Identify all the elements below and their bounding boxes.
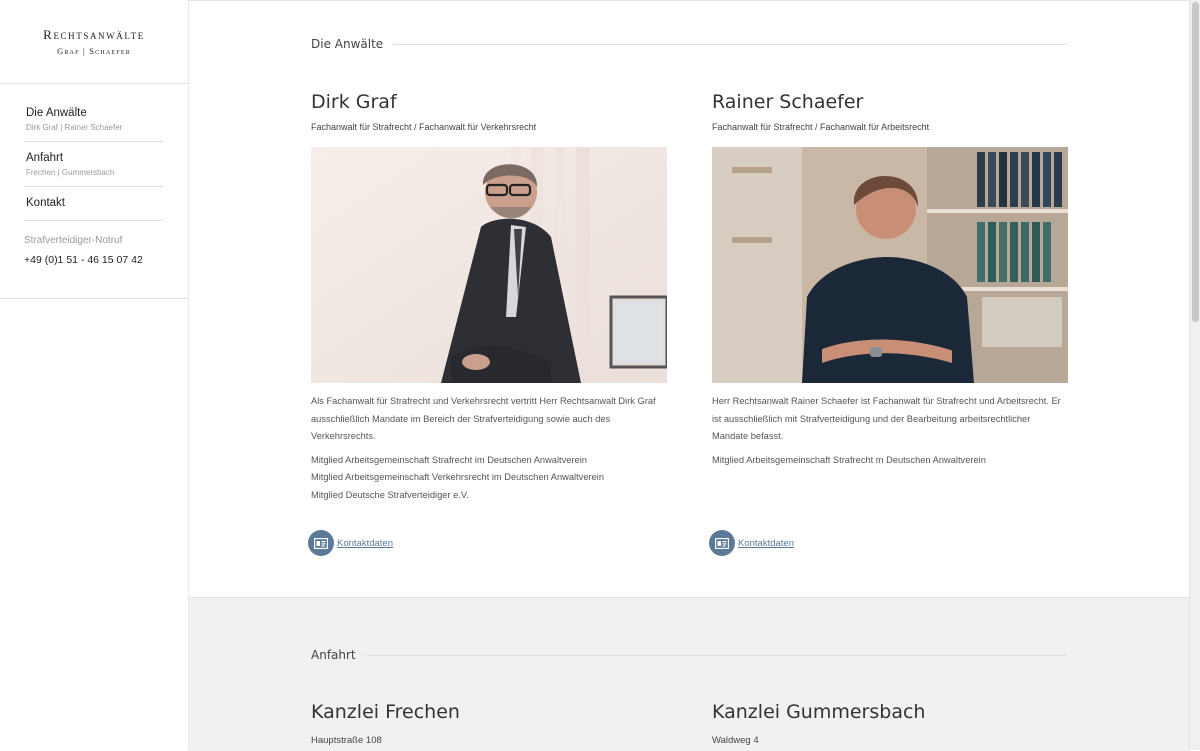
contact-link-graf[interactable]: Kontaktdaten	[308, 530, 393, 556]
nav-item-title: Kontakt	[26, 197, 65, 209]
logo-line-2: Graf | Schaefer	[57, 46, 131, 56]
membership-item: Mitglied Arbeitsgemeinschaft Strafrecht …	[712, 454, 986, 465]
contact-link-label: Kontaktdaten	[337, 537, 393, 549]
lawyer-photo	[311, 147, 667, 383]
office-frechen: Kanzlei Frechen Hauptstraße 108	[311, 701, 460, 746]
lawyer-name: Dirk Graf	[311, 91, 397, 113]
sidebar: Rechtsanwälte Graf | Schaefer Die Anwält…	[0, 0, 189, 750]
contact-card-icon	[709, 530, 735, 556]
office-gummersbach: Kanzlei Gummersbach Waldweg 4	[712, 701, 925, 746]
nav-item-title: Die Anwälte	[26, 107, 87, 119]
membership-item: Mitglied Deutsche Strafverteidiger e.V.	[311, 489, 469, 500]
membership-list: Mitglied Arbeitsgemeinschaft Strafrecht …	[311, 452, 667, 505]
sidebar-nav: Die Anwälte Dirk Graf | Rainer Schaefer …	[0, 84, 188, 221]
contact-link-schaefer[interactable]: Kontaktdaten	[709, 530, 794, 556]
lawyer-card-graf: Dirk Graf Fachanwalt für Strafrecht / Fa…	[311, 91, 667, 509]
main-content: Die Anwälte Dirk Graf Fachanwalt für Str…	[189, 0, 1190, 751]
nav-item-anwaelte[interactable]: Die Anwälte Dirk Graf | Rainer Schaefer	[24, 84, 163, 142]
heading-rule	[393, 43, 1067, 45]
lawyer-photo	[712, 147, 1068, 383]
lawyer-photo-graf	[311, 147, 667, 383]
lawyer-name: Rainer Schaefer	[712, 91, 864, 113]
hotline-phone[interactable]: +49 (0)1 51 - 46 15 07 42	[24, 254, 188, 266]
section-directions: Anfahrt Kanzlei Frechen Hauptstraße 108 …	[189, 597, 1190, 751]
contact-card-icon	[308, 530, 334, 556]
section-lawyers: Die Anwälte Dirk Graf Fachanwalt für Str…	[189, 0, 1190, 598]
nav-item-subtitle: Frechen | Gummersbach	[26, 168, 115, 177]
nav-item-title: Anfahrt	[26, 152, 64, 164]
nav-item-kontakt[interactable]: Kontakt	[24, 187, 163, 221]
section-heading: Anfahrt	[311, 648, 1067, 662]
scrollbar-thumb[interactable]	[1192, 2, 1199, 322]
office-name: Kanzlei Frechen	[311, 701, 460, 723]
nav-item-anfahrt[interactable]: Anfahrt Frechen | Gummersbach	[24, 142, 163, 187]
contact-link-label: Kontaktdaten	[738, 537, 794, 549]
lawyer-bio: Als Fachanwalt für Strafrecht und Verkeh…	[311, 393, 667, 504]
vertical-scrollbar[interactable]	[1189, 0, 1200, 750]
membership-item: Mitglied Arbeitsgemeinschaft Verkehrsrec…	[311, 472, 604, 482]
logo[interactable]: Rechtsanwälte Graf | Schaefer	[0, 0, 188, 84]
lawyer-specialty: Fachanwalt für Strafrecht / Fachanwalt f…	[311, 122, 537, 132]
logo-line-1: Rechtsanwälte	[43, 27, 145, 42]
sidebar-divider	[0, 298, 188, 299]
emergency-hotline: Strafverteidiger-Notruf +49 (0)1 51 - 46…	[0, 221, 188, 266]
lawyer-photo-schaefer	[712, 147, 1068, 383]
section-heading: Die Anwälte	[311, 37, 1067, 51]
office-street: Hauptstraße 108	[311, 735, 382, 746]
office-street: Waldweg 4	[712, 735, 759, 746]
section-heading-text: Anfahrt	[311, 648, 356, 662]
office-name: Kanzlei Gummersbach	[712, 701, 926, 723]
lawyer-card-schaefer: Rainer Schaefer Fachanwalt für Strafrech…	[712, 91, 1068, 474]
lawyer-bio: Herr Rechtsanwalt Rainer Schaefer ist Fa…	[712, 393, 1068, 469]
lawyer-specialty: Fachanwalt für Strafrecht / Fachanwalt f…	[712, 122, 930, 132]
membership-item: Mitglied Arbeitsgemeinschaft Strafrecht …	[311, 454, 587, 465]
membership-list: Mitglied Arbeitsgemeinschaft Strafrecht …	[712, 452, 1068, 470]
hotline-label: Strafverteidiger-Notruf	[24, 235, 123, 246]
heading-rule	[365, 654, 1067, 656]
bio-text: Herr Rechtsanwalt Rainer Schaefer ist Fa…	[712, 396, 1061, 441]
nav-item-subtitle: Dirk Graf | Rainer Schaefer	[26, 123, 123, 132]
bio-text: Als Fachanwalt für Strafrecht und Verkeh…	[311, 396, 656, 441]
section-heading-text: Die Anwälte	[311, 37, 384, 51]
